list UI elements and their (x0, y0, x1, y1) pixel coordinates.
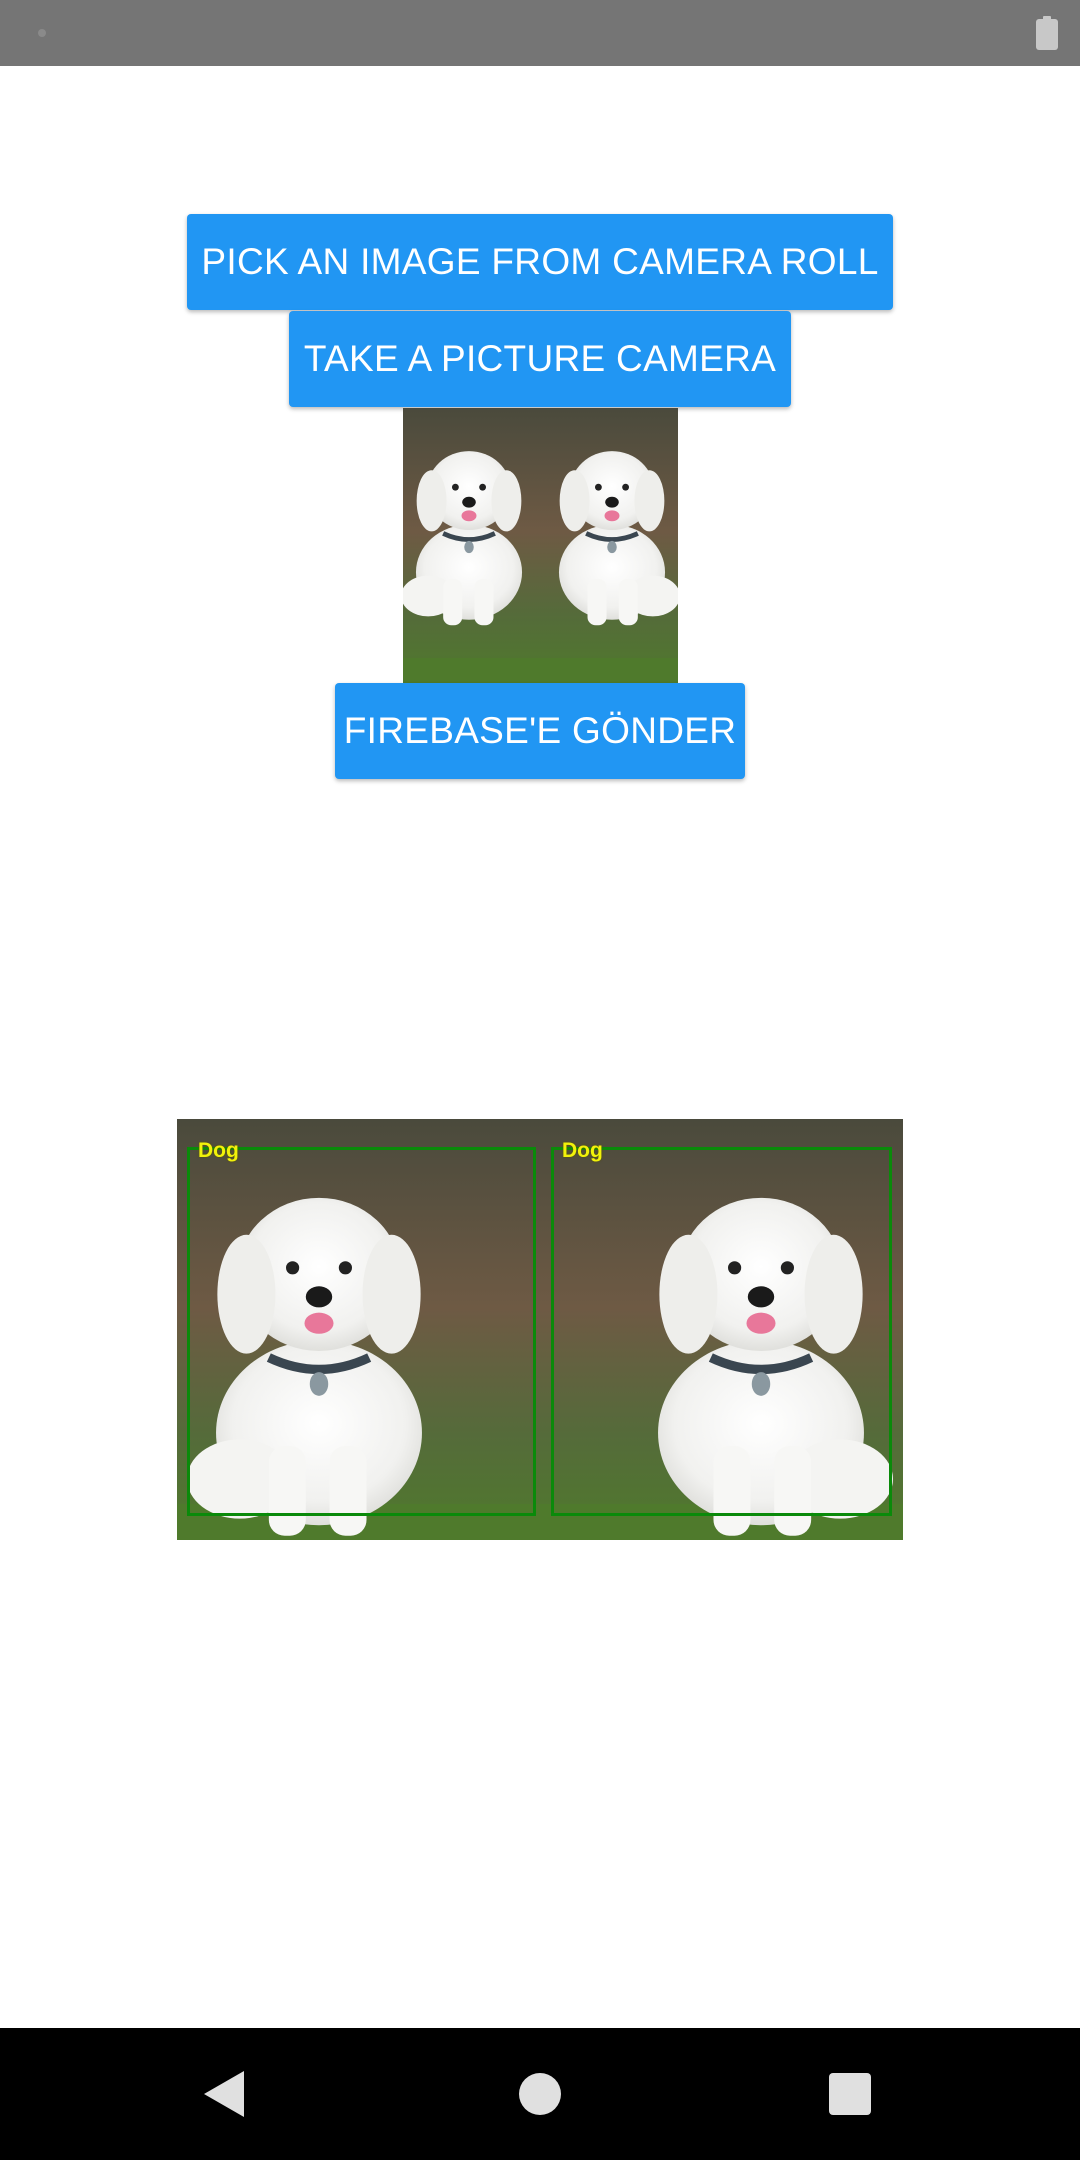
recents-icon[interactable] (829, 2073, 871, 2115)
back-icon[interactable] (204, 2071, 244, 2117)
take-picture-button[interactable]: TAKE A PICTURE CAMERA (289, 311, 791, 407)
home-icon[interactable] (519, 2073, 561, 2115)
notification-dot-icon (38, 29, 46, 37)
detection-label-2: Dog (562, 1139, 603, 1162)
send-to-firebase-button[interactable]: FIREBASE'E GÖNDER (335, 683, 745, 779)
detection-result-image: Dog Dog (177, 1119, 903, 1540)
battery-icon (1036, 16, 1058, 50)
status-bar (0, 0, 1080, 66)
selected-image-preview (403, 408, 678, 683)
detection-box-2 (551, 1147, 892, 1516)
pick-image-button[interactable]: PICK AN IMAGE FROM CAMERA ROLL (187, 214, 893, 310)
detection-label-1: Dog (198, 1139, 239, 1162)
detection-box-1 (187, 1147, 536, 1516)
